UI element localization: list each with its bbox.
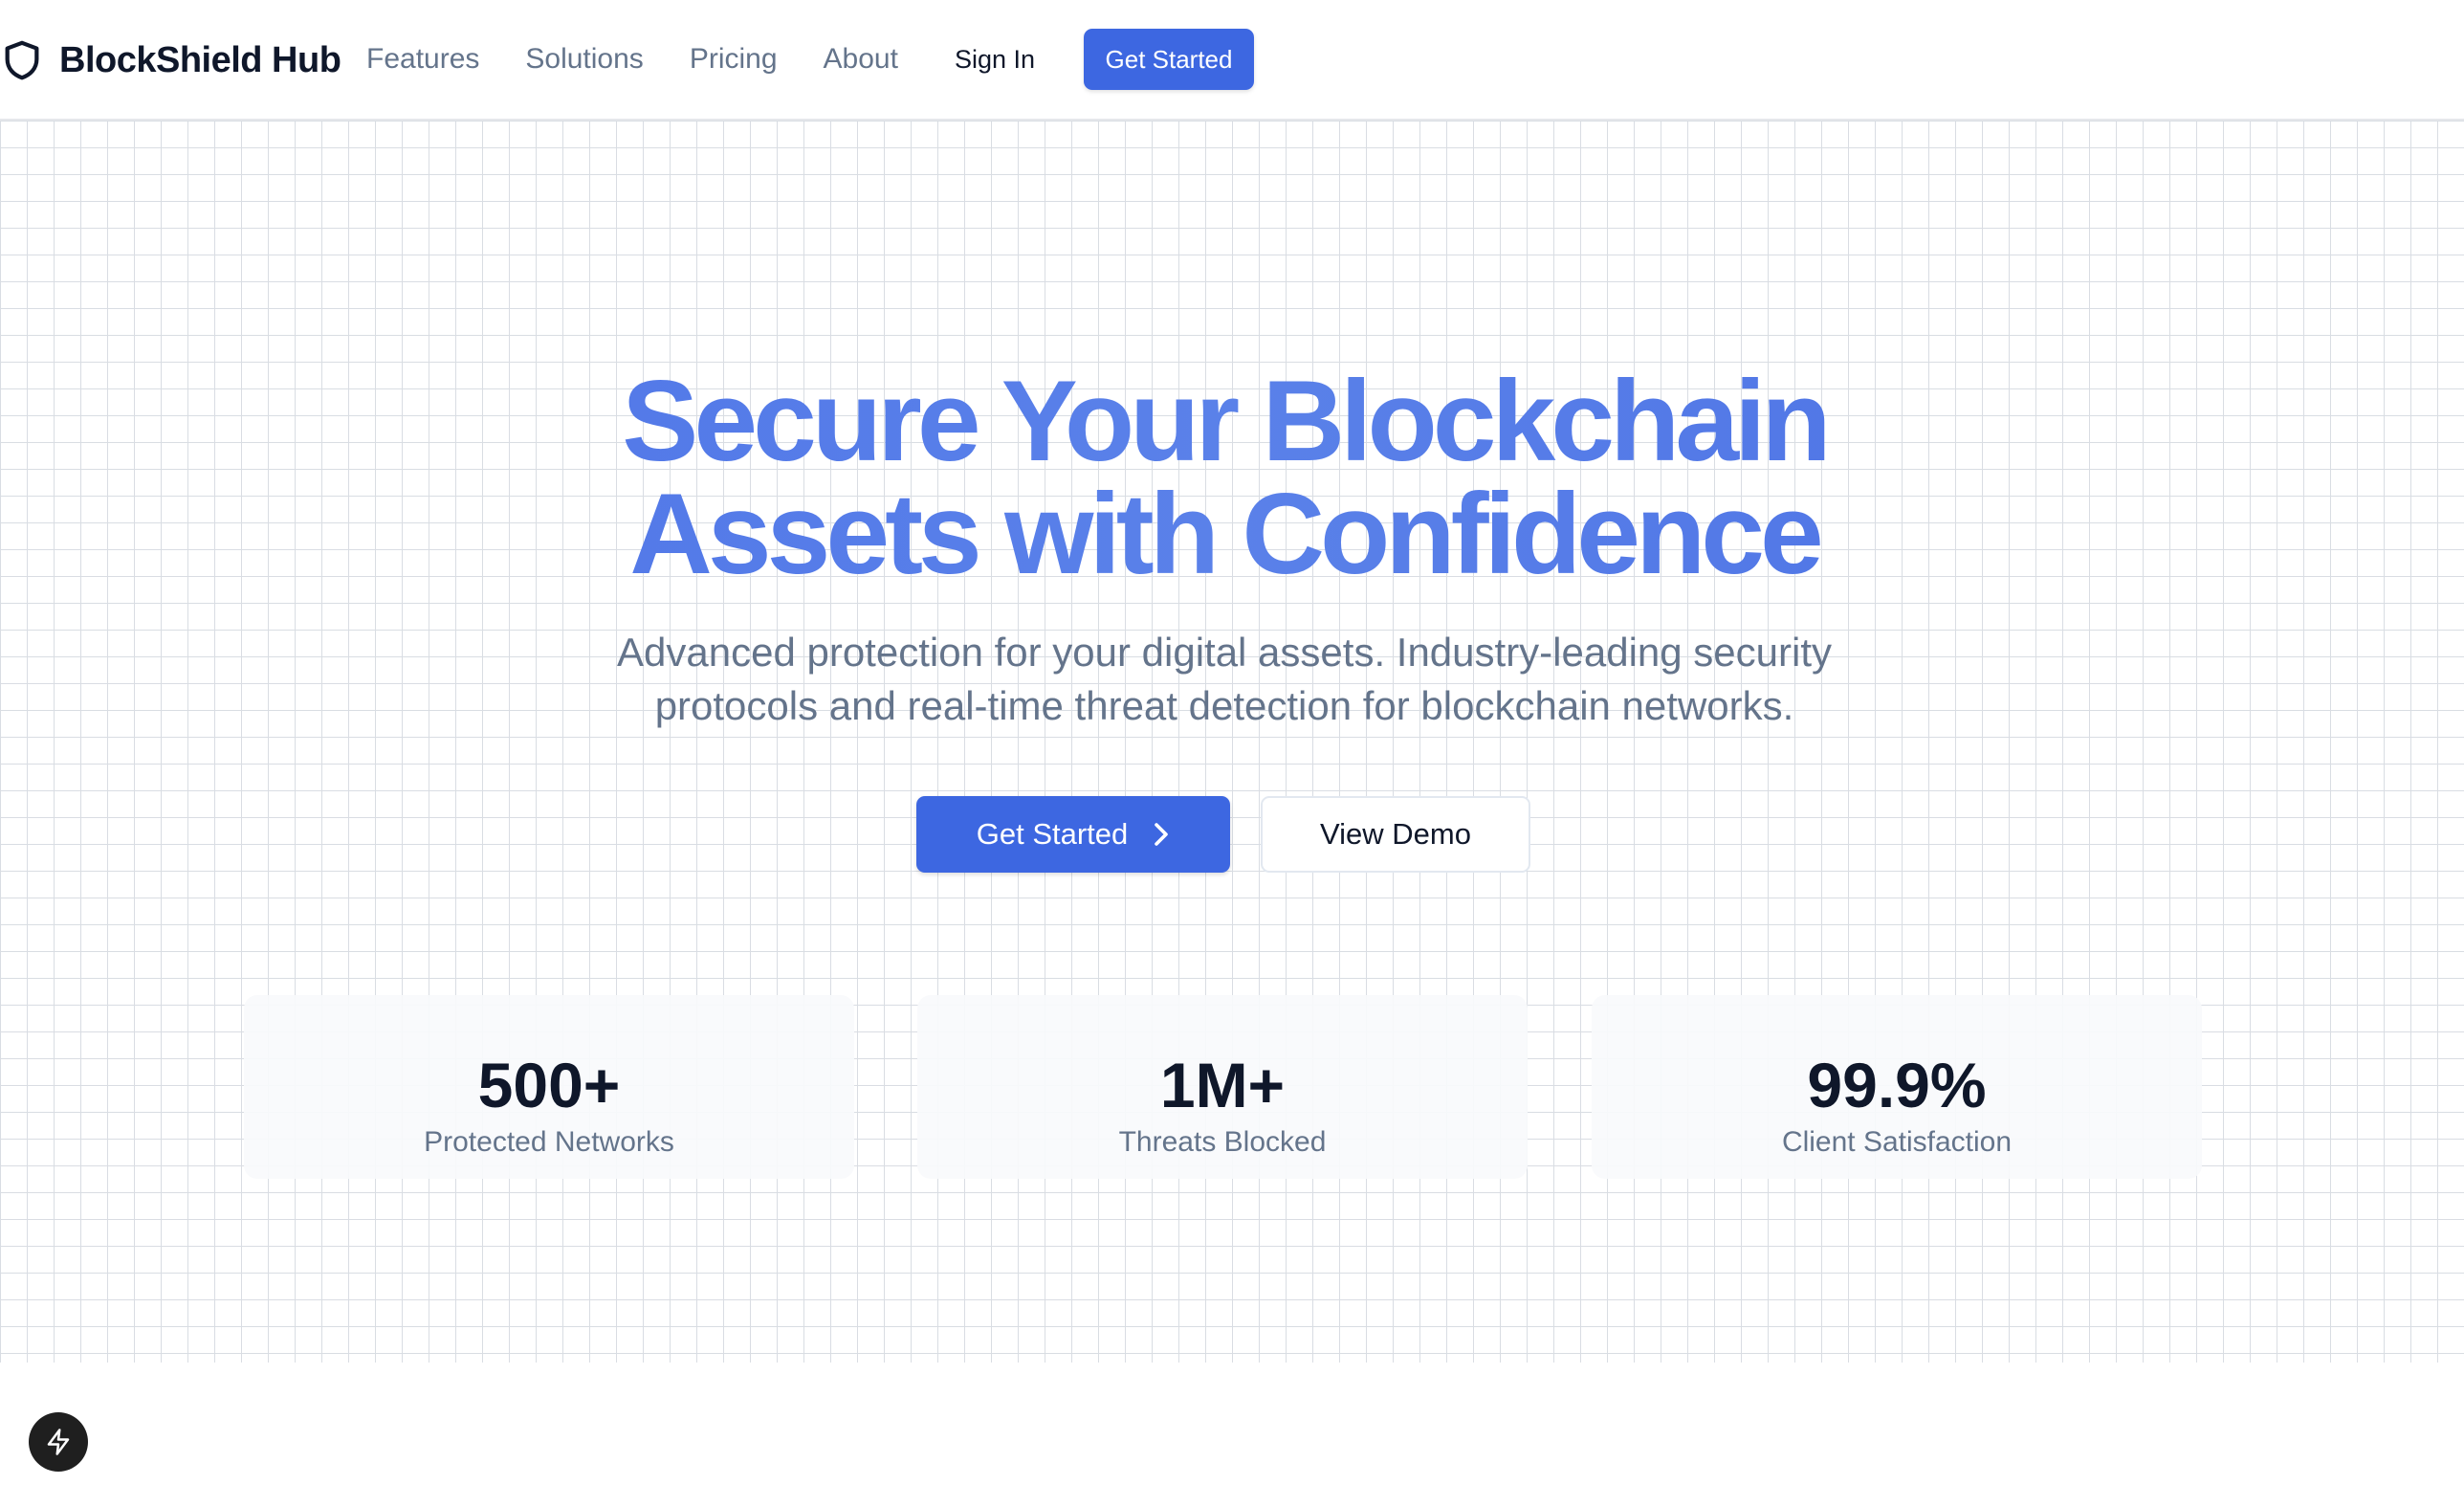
shield-icon [5,40,39,80]
hero-subtext: Advanced protection for your digital ass… [617,630,1832,728]
stat-value: 1M+ [1159,1050,1286,1120]
brand-logo[interactable]: BlockShield Hub [0,34,341,86]
hero-get-started-label: Get Started [976,817,1129,851]
nav-link-pricing[interactable]: Pricing [690,43,778,76]
stat-label: Threats Blocked [1118,1126,1327,1158]
hero-section: Secure Your Blockchain Assets with Confi… [0,121,2464,1363]
lightning-bolt-icon [47,1429,70,1455]
stat-card-threats: 1M+ Threats Blocked [917,995,1528,1179]
stat-label: Client Satisfaction [1781,1126,2013,1158]
bolt-badge-button[interactable] [29,1412,88,1472]
stat-card-satisfaction: 99.9% Client Satisfaction [1592,995,2202,1179]
main-nav: Features Solutions Pricing About [366,40,944,78]
view-demo-button[interactable]: View Demo [1261,796,1530,873]
stat-value: 99.9% [1807,1050,1987,1120]
chevron-right-icon [1155,823,1169,846]
hero-get-started-button[interactable]: Get Started [916,796,1230,873]
brand-name: BlockShield Hub [59,39,341,80]
stat-value: 500+ [477,1050,621,1120]
navbar: BlockShield Hub Features Solutions Prici… [0,0,2464,121]
nav-get-started-button[interactable]: Get Started [1084,29,1254,90]
hero-headline-line-2: Assets with Confidence [629,470,1819,598]
nav-link-about[interactable]: About [824,43,898,76]
stat-card-networks: 500+ Protected Networks [244,995,854,1179]
nav-link-solutions[interactable]: Solutions [525,43,643,76]
nav-link-features[interactable]: Features [366,43,479,76]
hero-headline: Secure Your Blockchain Assets with Confi… [0,365,2449,590]
sign-in-link[interactable]: Sign In [955,40,1035,78]
stat-label: Protected Networks [424,1126,674,1158]
hero-headline-line-1: Secure Your Blockchain [622,357,1827,485]
